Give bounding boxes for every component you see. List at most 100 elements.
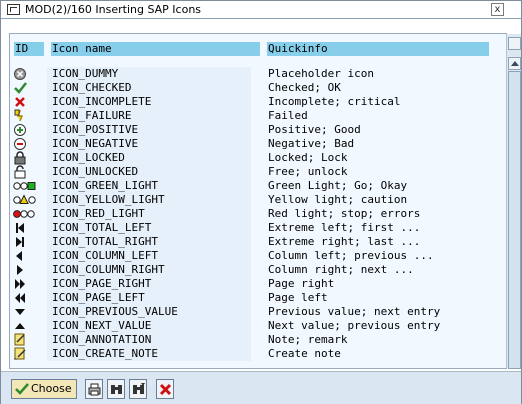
list-item[interactable]: ICON_TOTAL_LEFT Extreme left; first ... [10,221,490,235]
choose-label: Choose [31,382,72,395]
cancel-icon [159,383,172,396]
list-item[interactable]: ICON_CHECKED Checked; OK [10,81,490,95]
list-item[interactable]: ICON_PREVIOUS_VALUE Previous value; next … [10,305,490,319]
icon-name-cell: ICON_PAGE_LEFT [51,291,251,305]
close-button[interactable]: x [491,3,504,16]
quickinfo-cell: Previous value; next entry [268,305,441,318]
quickinfo-cell: Locked; Lock [268,151,348,164]
quickinfo-cell: Extreme right; last ... [268,235,421,248]
icon-name-cell: ICON_GREEN_LIGHT [51,179,251,193]
icon-name-cell: ICON_INCOMPLETE [51,95,251,109]
list-item[interactable]: ICON_ANNOTATION Note; remark [10,333,490,347]
quickinfo-cell: Checked; OK [268,81,341,94]
icon-name-cell: ICON_YELLOW_LIGHT [51,193,251,207]
scroll-top-button[interactable] [508,37,521,50]
quickinfo-cell: Incomplete; critical [268,95,401,108]
checkmark-icon [15,383,29,395]
green-light-icon [13,179,43,193]
list-item[interactable]: ICON_GREEN_LIGHT Green Light; Go; Okay [10,179,490,193]
list-rows: ICON_DUMMY Placeholder icon ICON_CHECKED Ch… [10,67,490,361]
previous-value-icon [13,305,43,319]
icon-name-cell: ICON_COLUMN_LEFT [51,249,251,263]
window-icon [7,4,20,15]
list-item[interactable]: ICON_CREATE_NOTE Create note [10,347,490,361]
quickinfo-cell: Next value; previous entry [268,319,441,332]
list-item[interactable]: ICON_TOTAL_RIGHT Extreme right; last ... [10,235,490,249]
lock-open-icon [13,165,43,179]
vertical-scrollbar[interactable] [506,34,521,369]
list-header: ID Icon name Quickinfo [14,42,489,56]
quickinfo-cell: Negative; Bad [268,137,355,150]
icon-name-cell: ICON_PREVIOUS_VALUE [51,305,251,319]
red-x-icon [13,95,43,109]
icon-name-cell: ICON_TOTAL_RIGHT [51,235,251,249]
list-item[interactable]: ICON_YELLOW_LIGHT Yellow light; caution [10,193,490,207]
column-left-icon [13,249,43,263]
column-header-id[interactable]: ID [14,42,44,56]
list-item[interactable]: ICON_UNLOCKED Free; unlock [10,165,490,179]
scrollbar-thumb[interactable] [508,71,521,369]
annotation-icon [13,333,43,347]
icon-name-cell: ICON_CHECKED [51,81,251,95]
quickinfo-cell: Page left [268,291,328,304]
lock-closed-icon [13,151,43,165]
dialog-window: MOD(2)/160 Inserting SAP Icons x ID Icon… [0,0,522,404]
quickinfo-cell: Red light; stop; errors [268,207,421,220]
column-header-icon-name[interactable]: Icon name [51,42,260,56]
icon-name-cell: ICON_POSITIVE [51,123,251,137]
page-right-icon [13,277,43,291]
icon-name-cell: ICON_CREATE_NOTE [51,347,251,361]
content-area: ID Icon name Quickinfo ICON_DUMMY Placeho… [1,20,521,371]
list-item[interactable]: ICON_RED_LIGHT Red light; stop; errors [10,207,490,221]
list-item[interactable]: ICON_INCOMPLETE Incomplete; critical [10,95,490,109]
list-item[interactable]: ICON_PAGE_LEFT Page left [10,291,490,305]
quickinfo-cell: Placeholder icon [268,67,374,80]
list-item[interactable]: ICON_COLUMN_RIGHT Column right; next ... [10,263,490,277]
icon-name-cell: ICON_ANNOTATION [51,333,251,347]
minus-circle-icon [13,137,43,151]
icon-name-cell: ICON_NEGATIVE [51,137,251,151]
print-button[interactable] [85,379,103,399]
quickinfo-cell: Free; unlock [268,165,348,178]
window-title: MOD(2)/160 Inserting SAP Icons [25,3,202,16]
icon-name-cell: ICON_COLUMN_RIGHT [51,263,251,277]
next-value-icon [13,319,43,333]
icon-name-cell: ICON_UNLOCKED [51,165,251,179]
list-item[interactable]: ICON_COLUMN_LEFT Column left; previous ..… [10,249,490,263]
list-item[interactable]: ICON_LOCKED Locked; Lock [10,151,490,165]
failure-icon [13,109,43,123]
total-right-icon [13,235,43,249]
plus-circle-icon [13,123,43,137]
quickinfo-cell: Positive; Good [268,123,361,136]
find-next-button[interactable] [129,379,147,399]
scroll-up-button[interactable] [508,57,521,70]
footer-toolbar: Choose [1,371,521,404]
yellow-light-icon [13,193,43,207]
icon-name-cell: ICON_FAILURE [51,109,251,123]
list-item[interactable]: ICON_POSITIVE Positive; Good [10,123,490,137]
cancel-button[interactable] [156,379,174,399]
choose-button[interactable]: Choose [11,379,77,399]
find-button[interactable] [107,379,125,399]
icon-name-cell: ICON_DUMMY [51,67,251,81]
list-item[interactable]: ICON_FAILURE Failed [10,109,490,123]
create-note-icon [13,347,43,361]
find-icon [111,385,122,394]
checkmark-icon [13,81,43,95]
quickinfo-cell: Page right [268,277,335,290]
total-left-icon [13,221,43,235]
find-next-icon [133,383,145,394]
quickinfo-cell: Failed [268,109,308,122]
list-item[interactable]: ICON_PAGE_RIGHT Page right [10,277,490,291]
icon-name-cell: ICON_TOTAL_LEFT [51,221,251,235]
title-bar: MOD(2)/160 Inserting SAP Icons x [1,1,521,19]
column-header-quickinfo[interactable]: Quickinfo [267,42,489,56]
quickinfo-cell: Yellow light; caution [268,193,408,206]
page-left-icon [13,291,43,305]
list-item[interactable]: ICON_NEXT_VALUE Next value; previous entr… [10,319,490,333]
print-icon [88,383,101,396]
icon-name-cell: ICON_RED_LIGHT [51,207,251,221]
list-item[interactable]: ICON_NEGATIVE Negative; Bad [10,137,490,151]
red-light-icon [13,207,43,221]
list-item[interactable]: ICON_DUMMY Placeholder icon [10,67,490,81]
